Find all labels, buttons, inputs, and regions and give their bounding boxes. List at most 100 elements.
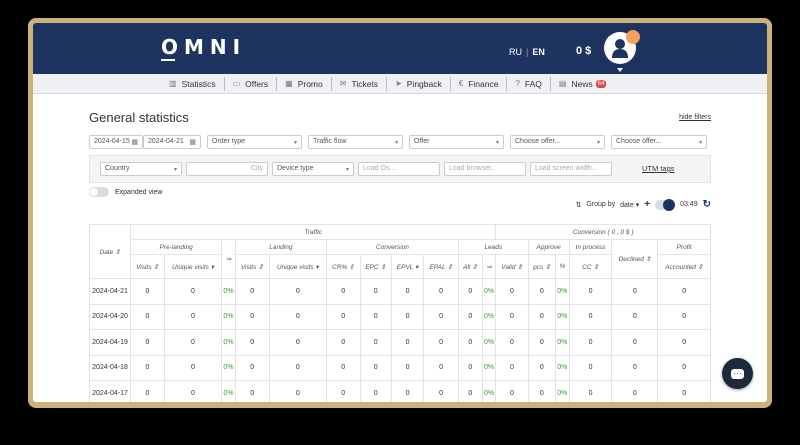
- table-cell: 0: [495, 303, 529, 330]
- col-visits[interactable]: Visits ⇕: [130, 254, 165, 279]
- device-type-select[interactable]: Device type ▾: [272, 162, 354, 176]
- col-valid[interactable]: Valid ⇕: [495, 254, 529, 279]
- cell-date: 2024-04-19: [89, 329, 131, 356]
- nav-item-news[interactable]: ▤ News 64: [551, 77, 615, 91]
- col-all[interactable]: All ⇕: [457, 254, 483, 279]
- nav-item-finance[interactable]: € Finance: [451, 76, 508, 91]
- filter-row-secondary: Country ▾ City Device type ▾ Load Os... Lo…: [89, 155, 711, 183]
- nav-item-faq[interactable]: ? FAQ: [507, 76, 551, 91]
- country-select[interactable]: Country ▾: [100, 162, 182, 176]
- table-cell: 0: [325, 354, 361, 381]
- load-browser-input[interactable]: Load browser...: [444, 162, 526, 176]
- traffic-flow-label: Traffic flow: [313, 138, 347, 145]
- table-cell: 0: [163, 380, 223, 402]
- chart-icon: ▥: [169, 79, 177, 88]
- col-declined-label: Declined: [618, 256, 644, 263]
- date-to-input[interactable]: 2024-04-21 ▦: [143, 135, 201, 149]
- user-avatar[interactable]: [604, 30, 640, 72]
- col-unique-visits[interactable]: Unique visits ▾: [163, 254, 223, 279]
- table-cell: 0: [163, 329, 223, 356]
- nav-item-promo[interactable]: ▦ Promo: [277, 76, 332, 91]
- filter-row-primary: 2024-04-15 ▦ 2024-04-21 ▦ Order type ▾ Traf…: [89, 135, 707, 149]
- col-cr[interactable]: CR% ⇕: [325, 254, 361, 279]
- choose-offer-select-1[interactable]: Choose offer... ▾: [510, 135, 605, 149]
- col-landing-unique[interactable]: Unique visits ▾: [268, 254, 327, 279]
- offer-label: Offer: [414, 138, 430, 145]
- choose-offer-label: Choose offer...: [515, 138, 561, 145]
- table-cell: 0: [325, 303, 361, 330]
- table-cell: 0: [527, 354, 557, 381]
- col-pcs[interactable]: pcs ⇕: [527, 254, 557, 279]
- col-landing-visits[interactable]: Visits ⇕: [234, 254, 270, 279]
- table-cell: 0: [457, 329, 483, 356]
- hide-filters-link[interactable]: hide filters: [679, 114, 711, 121]
- sort-icon: ⇅: [575, 201, 582, 209]
- col-epal[interactable]: EPAL ⇕: [423, 254, 459, 279]
- table-cell: 0: [611, 303, 659, 330]
- col-cc[interactable]: CC ⇕: [568, 254, 613, 279]
- table-cell: 0: [390, 354, 425, 381]
- chevron-down-icon: ▾: [173, 167, 177, 173]
- calendar-icon: ▦: [189, 139, 196, 146]
- chat-icon: [731, 368, 744, 379]
- table-cell: 0: [130, 329, 165, 356]
- offer-select[interactable]: Offer ▾: [409, 135, 504, 149]
- col-declined[interactable]: Declined ⇕: [611, 239, 659, 279]
- city-input[interactable]: City: [186, 162, 268, 176]
- traffic-flow-select[interactable]: Traffic flow ▾: [308, 135, 403, 149]
- device-type-label: Device type: [277, 165, 314, 172]
- col-pcs-label: pcs: [533, 263, 544, 271]
- col-date[interactable]: Date ⇕: [89, 224, 131, 279]
- choose-offer-label: Choose offer...: [616, 138, 662, 145]
- table-cell: 0%: [221, 380, 236, 402]
- country-label: Country: [105, 165, 130, 172]
- nav-item-offers[interactable]: ▭ Offers: [225, 76, 278, 91]
- table-row: 2024-04-17 0 0 0% 0 0 0 0 0 0 0 0% 0 0 0% 0 0 0: [89, 380, 711, 402]
- table-cell: 0: [457, 380, 483, 402]
- table-cell: 0: [163, 278, 223, 305]
- col-cc-label: CC: [582, 263, 592, 271]
- date-from-input[interactable]: 2024-04-15 ▦: [89, 135, 143, 149]
- order-type-select[interactable]: Order type ▾: [207, 135, 302, 149]
- refresh-icon[interactable]: ↻: [703, 199, 711, 210]
- chevron-down-icon: ▾: [345, 167, 349, 173]
- load-os-input[interactable]: Load Os...: [358, 162, 440, 176]
- expanded-view-toggle[interactable]: [89, 187, 109, 197]
- col-valid-label: Valid: [501, 263, 516, 271]
- table-row: 2024-04-20 0 0 0% 0 0 0 0 0 0 0 0% 0 0 0% 0 0 0: [89, 303, 711, 330]
- omni-logo[interactable]: OMNI: [161, 35, 246, 61]
- load-screen-placeholder: Load screen width...: [535, 165, 598, 172]
- col-epvl[interactable]: EPVL ▾: [390, 254, 425, 279]
- cell-date: 2024-04-18: [89, 354, 131, 381]
- load-browser-placeholder: Load browser...: [449, 165, 497, 172]
- group-prelanding: Pre-landing: [129, 239, 223, 255]
- group-traffic: Traffic: [129, 224, 497, 240]
- table-cell: 0: [657, 380, 711, 402]
- nav-item-label: Pingback: [406, 78, 442, 89]
- lang-ru[interactable]: RU: [509, 47, 522, 57]
- page-title: General statistics: [89, 110, 189, 125]
- chevron-down-icon: ▾: [394, 140, 398, 146]
- col-accounted[interactable]: Accounted ⇕: [657, 254, 711, 279]
- choose-offer-select-2[interactable]: Choose offer... ▾: [611, 135, 707, 149]
- top-bar: OMNI RU | EN 0 $: [33, 23, 767, 74]
- col-accounted-label: Accounted: [665, 263, 696, 271]
- chat-button[interactable]: [722, 358, 753, 389]
- col-epc[interactable]: EPC ⇕: [359, 254, 392, 279]
- col-all-label: All: [463, 263, 471, 271]
- expanded-view-label: Expanded view: [115, 188, 163, 196]
- lang-en[interactable]: EN: [532, 47, 545, 57]
- news-count-badge: 64: [595, 79, 607, 88]
- auto-refresh-toggle[interactable]: [655, 198, 676, 211]
- add-icon[interactable]: +: [644, 199, 650, 210]
- table-cell: 0: [568, 329, 613, 356]
- group-by-select[interactable]: date ▾: [620, 201, 639, 209]
- load-screen-input[interactable]: Load screen width...: [530, 162, 612, 176]
- nav-item-pingback[interactable]: ➤ Pingback: [387, 76, 451, 91]
- chevron-down-icon: ▾: [495, 140, 499, 146]
- nav-item-tickets[interactable]: ✉ Tickets: [332, 76, 388, 91]
- utm-tags-link[interactable]: UTM tags: [642, 164, 675, 173]
- table-cell: 0: [657, 329, 711, 356]
- nav-item-statistics[interactable]: ▥ Statistics: [161, 76, 225, 91]
- table-cell: 0: [390, 329, 425, 356]
